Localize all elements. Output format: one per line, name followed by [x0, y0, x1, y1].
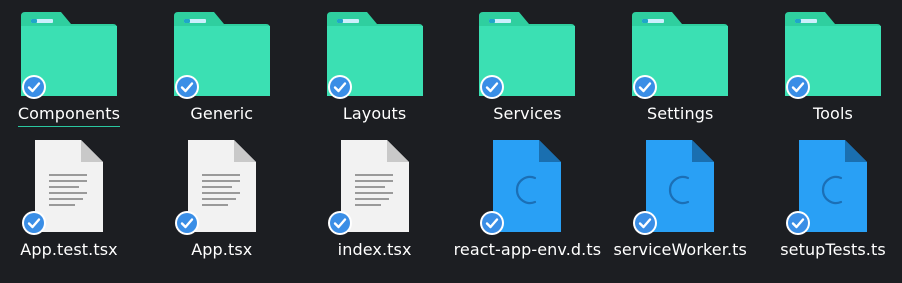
file-label: App.test.tsx — [20, 240, 118, 259]
file-label: index.tsx — [337, 240, 412, 259]
folder-label: Generic — [190, 104, 254, 123]
file-label: App.tsx — [191, 240, 253, 259]
synced-check-icon — [480, 75, 505, 99]
folder-label: Services — [493, 104, 562, 123]
folder-item-settings[interactable]: Settings — [621, 4, 739, 127]
folder-label: Layouts — [342, 104, 407, 123]
synced-check-icon — [22, 211, 46, 235]
file-item-serviceworker-ts[interactable]: serviceWorker.ts — [613, 140, 747, 262]
file-item-app-test-tsx[interactable]: App.test.tsx — [10, 140, 128, 262]
file-row: App.test.tsx App.tsx index.tsx react-app… — [0, 140, 902, 262]
synced-check-icon — [327, 211, 352, 235]
synced-check-icon — [22, 75, 46, 99]
folder-label: Tools — [813, 104, 853, 123]
file-item-index-tsx[interactable]: index.tsx — [316, 140, 434, 262]
folder-icon — [325, 4, 425, 99]
folder-item-generic[interactable]: Generic — [163, 4, 281, 127]
text-file-icon — [19, 140, 119, 235]
folder-icon — [19, 4, 119, 99]
synced-check-icon — [785, 211, 810, 235]
folder-icon — [630, 4, 730, 99]
folder-item-components[interactable]: Components — [10, 4, 128, 127]
synced-check-icon — [785, 75, 810, 99]
folder-item-tools[interactable]: Tools — [774, 4, 892, 127]
synced-check-icon — [633, 75, 658, 99]
file-label: setupTests.ts — [780, 240, 886, 259]
folder-label: Settings — [646, 104, 714, 123]
folder-label: Components — [17, 104, 121, 127]
synced-check-icon — [633, 211, 658, 235]
synced-check-icon — [174, 211, 199, 235]
file-browser-grid: Components Generic Layouts Services Sett… — [0, 0, 902, 283]
file-label: serviceWorker.ts — [613, 240, 747, 259]
text-file-icon — [172, 140, 272, 235]
typescript-file-icon — [783, 140, 883, 235]
folder-icon — [477, 4, 577, 99]
folder-item-layouts[interactable]: Layouts — [316, 4, 434, 127]
file-item-react-app-env-d-ts[interactable]: react-app-env.d.ts — [454, 140, 601, 262]
typescript-file-icon — [630, 140, 730, 235]
file-item-setuptests-ts[interactable]: setupTests.ts — [774, 140, 892, 262]
synced-check-icon — [327, 75, 352, 99]
text-file-icon — [325, 140, 425, 235]
file-label: react-app-env.d.ts — [453, 240, 602, 259]
folder-icon — [783, 4, 883, 99]
folder-icon — [172, 4, 272, 99]
file-item-app-tsx[interactable]: App.tsx — [163, 140, 281, 262]
synced-check-icon — [480, 211, 505, 235]
typescript-file-icon — [477, 140, 577, 235]
folder-row: Components Generic Layouts Services Sett… — [0, 4, 902, 127]
synced-check-icon — [174, 75, 199, 99]
folder-item-services[interactable]: Services — [468, 4, 586, 127]
